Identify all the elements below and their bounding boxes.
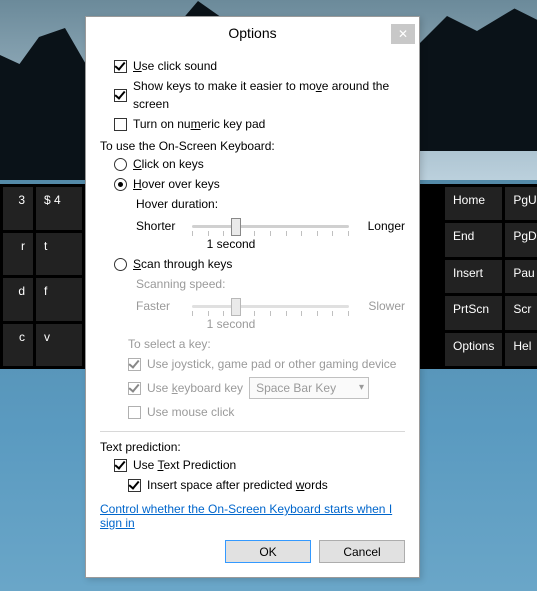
osk-key[interactable]: Insert [445,260,502,293]
dialog-title: Options [86,25,419,41]
checkbox-icon [114,459,127,472]
checkbox-icon [128,479,141,492]
osk-key[interactable]: Options [445,333,502,366]
slider-min-label: Faster [136,299,188,313]
divider [100,431,405,432]
checkbox-icon [114,118,127,131]
click-on-keys-radio[interactable]: Click on keys [114,155,405,173]
use-joystick-row: Use joystick, game pad or other gaming d… [128,355,405,373]
select-key-label: To select a key: [128,335,405,353]
slider-track[interactable] [192,215,349,237]
scan-through-keys-label: Scan through keys [133,255,232,273]
numeric-keypad-row[interactable]: Turn on numeric key pad [114,115,405,133]
osk-key[interactable]: $ 4 [36,187,82,230]
chevron-down-icon: ▾ [359,379,364,397]
radio-icon [114,178,127,191]
slider-track [192,295,349,317]
cancel-button[interactable]: Cancel [319,540,405,563]
use-click-sound-row[interactable]: Use click sound [114,57,405,75]
options-dialog: Options ✕ Use click sound Show keys to m… [85,16,420,578]
osk-key[interactable]: PgD [505,223,537,256]
use-text-prediction-row[interactable]: Use Text Prediction [114,456,405,474]
ok-button[interactable]: OK [225,540,311,563]
checkbox-icon [128,382,141,395]
use-keyboard-key-row: Use keyboard key Space Bar Key ▾ [128,377,405,399]
insert-space-label: Insert space after predicted words [147,476,328,494]
show-keys-row[interactable]: Show keys to make it easier to move arou… [114,77,405,113]
hover-duration-label: Hover duration: [136,195,405,213]
startup-link[interactable]: Control whether the On-Screen Keyboard s… [100,502,405,530]
onscreen-keyboard-label: To use the On-Screen Keyboard: [100,139,405,153]
radio-icon [114,258,127,271]
osk-key[interactable]: PgU [505,187,537,220]
numeric-keypad-label: Turn on numeric key pad [133,115,265,133]
slider-max-label: Longer [353,219,405,233]
use-keyboard-key-label: Use keyboard key [147,379,243,397]
osk-key[interactable]: Hel [505,333,537,366]
slider-max-label: Slower [353,299,405,313]
use-mouse-click-label: Use mouse click [147,403,234,421]
use-text-prediction-label: Use Text Prediction [133,456,236,474]
use-mouse-click-row: Use mouse click [128,403,405,421]
keyboard-key-value: Space Bar Key [256,379,336,397]
hover-duration-value: 1 second [136,237,326,251]
insert-space-row[interactable]: Insert space after predicted words [128,476,405,494]
show-keys-label: Show keys to make it easier to move arou… [133,77,405,113]
titlebar: Options ✕ [86,17,419,49]
click-on-keys-label: Click on keys [133,155,204,173]
osk-key[interactable]: PrtScn [445,296,502,329]
hover-over-keys-radio[interactable]: Hover over keys [114,175,405,193]
osk-key[interactable]: Home [445,187,502,220]
osk-key[interactable]: f [36,278,82,321]
hover-duration-slider[interactable]: Shorter Longer [136,215,405,237]
osk-key[interactable]: d [3,278,33,321]
checkbox-icon [114,60,127,73]
osk-key[interactable]: End [445,223,502,256]
scanning-speed-label: Scanning speed: [136,275,405,293]
scan-through-keys-radio[interactable]: Scan through keys [114,255,405,273]
use-joystick-label: Use joystick, game pad or other gaming d… [147,355,396,373]
checkbox-icon [128,406,141,419]
osk-key[interactable]: v [36,324,82,367]
hover-over-keys-label: Hover over keys [133,175,220,193]
text-prediction-label: Text prediction: [100,440,405,454]
scanning-speed-slider: Faster Slower [136,295,405,317]
scanning-speed-value: 1 second [136,317,326,331]
osk-key[interactable]: c [3,324,33,367]
osk-key[interactable]: 3 [3,187,33,230]
checkbox-icon [114,89,127,102]
checkbox-icon [128,358,141,371]
slider-thumb [231,298,241,316]
radio-icon [114,158,127,171]
keyboard-key-select: Space Bar Key ▾ [249,377,369,399]
slider-min-label: Shorter [136,219,188,233]
slider-thumb[interactable] [231,218,241,236]
osk-key[interactable]: r [3,233,33,276]
osk-key[interactable]: Scr [505,296,537,329]
osk-key[interactable]: Pau [505,260,537,293]
osk-key[interactable]: t [36,233,82,276]
use-click-sound-label: Use click sound [133,57,217,75]
